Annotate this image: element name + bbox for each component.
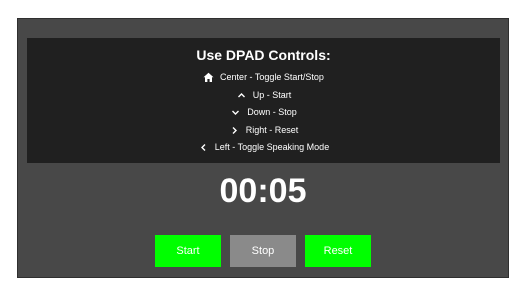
instruction-right-text: Right - Reset: [245, 125, 299, 135]
instruction-center-text: Center - Toggle Start/Stop: [220, 72, 324, 82]
chevron-up-icon: [236, 90, 247, 101]
chevron-down-icon: [230, 107, 241, 118]
instructions-title: Use DPAD Controls:: [196, 47, 331, 63]
instruction-center: Center - Toggle Start/Stop: [27, 71, 500, 83]
home-icon: [203, 72, 214, 83]
chevron-right-icon: [229, 125, 240, 136]
timer-display: 00:05: [219, 172, 307, 210]
instruction-up-text: Up - Start: [252, 90, 292, 100]
start-button[interactable]: Start: [155, 235, 221, 267]
instruction-left: Left - Toggle Speaking Mode: [27, 141, 500, 153]
reset-button[interactable]: Reset: [305, 235, 371, 267]
instruction-right: Right - Reset: [27, 124, 500, 136]
timer-app-window: Use DPAD Controls: Center - Toggle Start…: [17, 18, 509, 278]
instruction-down-text: Down - Stop: [247, 107, 297, 117]
instruction-down: Down - Stop: [27, 106, 500, 118]
instruction-up: Up - Start: [27, 89, 500, 101]
dpad-instructions-panel: Use DPAD Controls: Center - Toggle Start…: [27, 38, 500, 163]
instruction-left-text: Left - Toggle Speaking Mode: [214, 142, 330, 152]
stop-button[interactable]: Stop: [230, 235, 296, 267]
chevron-left-icon: [198, 142, 209, 153]
